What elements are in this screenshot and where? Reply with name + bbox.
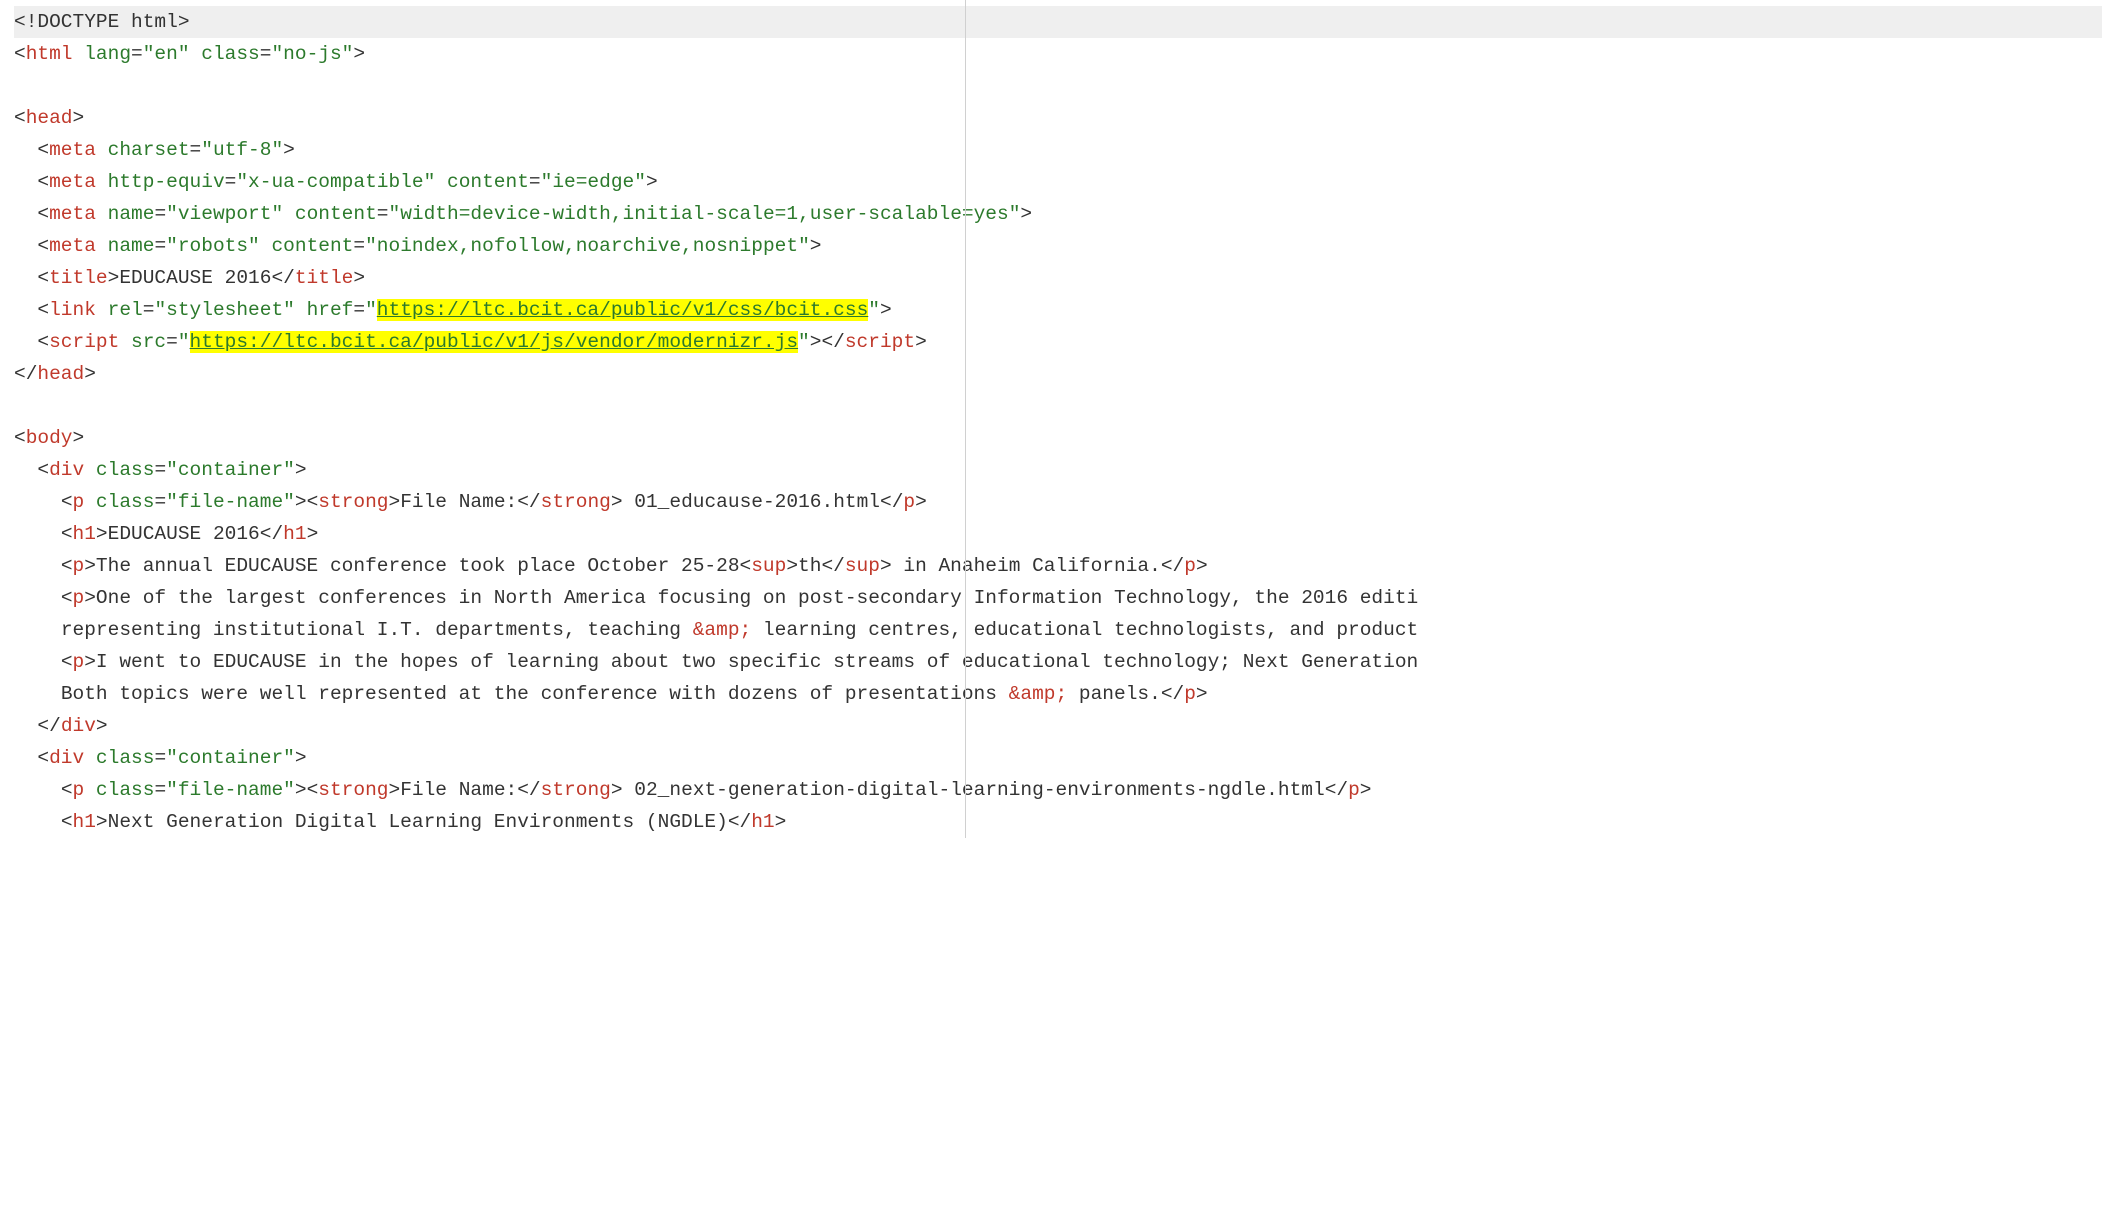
code-line[interactable]: <h1>Next Generation Digital Learning Env… <box>14 806 2102 838</box>
code-line[interactable] <box>14 70 2102 102</box>
code-line[interactable]: <head> <box>14 102 2102 134</box>
code-line[interactable]: <p>The annual EDUCAUSE conference took p… <box>14 550 2102 582</box>
code-line[interactable]: </div> <box>14 710 2102 742</box>
code-line[interactable]: <meta name="robots" content="noindex,nof… <box>14 230 2102 262</box>
highlighted-url[interactable]: https://ltc.bcit.ca/public/v1/js/vendor/… <box>190 331 799 353</box>
code-line[interactable]: <meta name="viewport" content="width=dev… <box>14 198 2102 230</box>
code-line[interactable]: <p>I went to EDUCAUSE in the hopes of le… <box>14 646 2102 678</box>
code-line[interactable]: <p class="file-name"><strong>File Name:<… <box>14 774 2102 806</box>
code-line[interactable]: <div class="container"> <box>14 454 2102 486</box>
code-editor[interactable]: <!DOCTYPE html> <html lang="en" class="n… <box>0 0 2102 838</box>
code-line[interactable]: <link rel="stylesheet" href="https://ltc… <box>14 294 2102 326</box>
code-line[interactable]: </head> <box>14 358 2102 390</box>
highlighted-url[interactable]: https://ltc.bcit.ca/public/v1/css/bcit.c… <box>377 299 868 321</box>
code-line[interactable]: <!DOCTYPE html> <box>14 6 2102 38</box>
code-line[interactable]: <html lang="en" class="no-js"> <box>14 38 2102 70</box>
code-line[interactable]: representing institutional I.T. departme… <box>14 614 2102 646</box>
code-line[interactable]: <p class="file-name"><strong>File Name:<… <box>14 486 2102 518</box>
code-line[interactable]: <script src="https://ltc.bcit.ca/public/… <box>14 326 2102 358</box>
code-line[interactable]: Both topics were well represented at the… <box>14 678 2102 710</box>
print-margin-ruler <box>965 0 966 838</box>
code-line[interactable]: <h1>EDUCAUSE 2016</h1> <box>14 518 2102 550</box>
code-line[interactable]: <meta http-equiv="x-ua-compatible" conte… <box>14 166 2102 198</box>
code-line[interactable]: <title>EDUCAUSE 2016</title> <box>14 262 2102 294</box>
code-line[interactable] <box>14 390 2102 422</box>
code-line[interactable]: <body> <box>14 422 2102 454</box>
code-line[interactable]: <p>One of the largest conferences in Nor… <box>14 582 2102 614</box>
code-line[interactable]: <div class="container"> <box>14 742 2102 774</box>
code-line[interactable]: <meta charset="utf-8"> <box>14 134 2102 166</box>
